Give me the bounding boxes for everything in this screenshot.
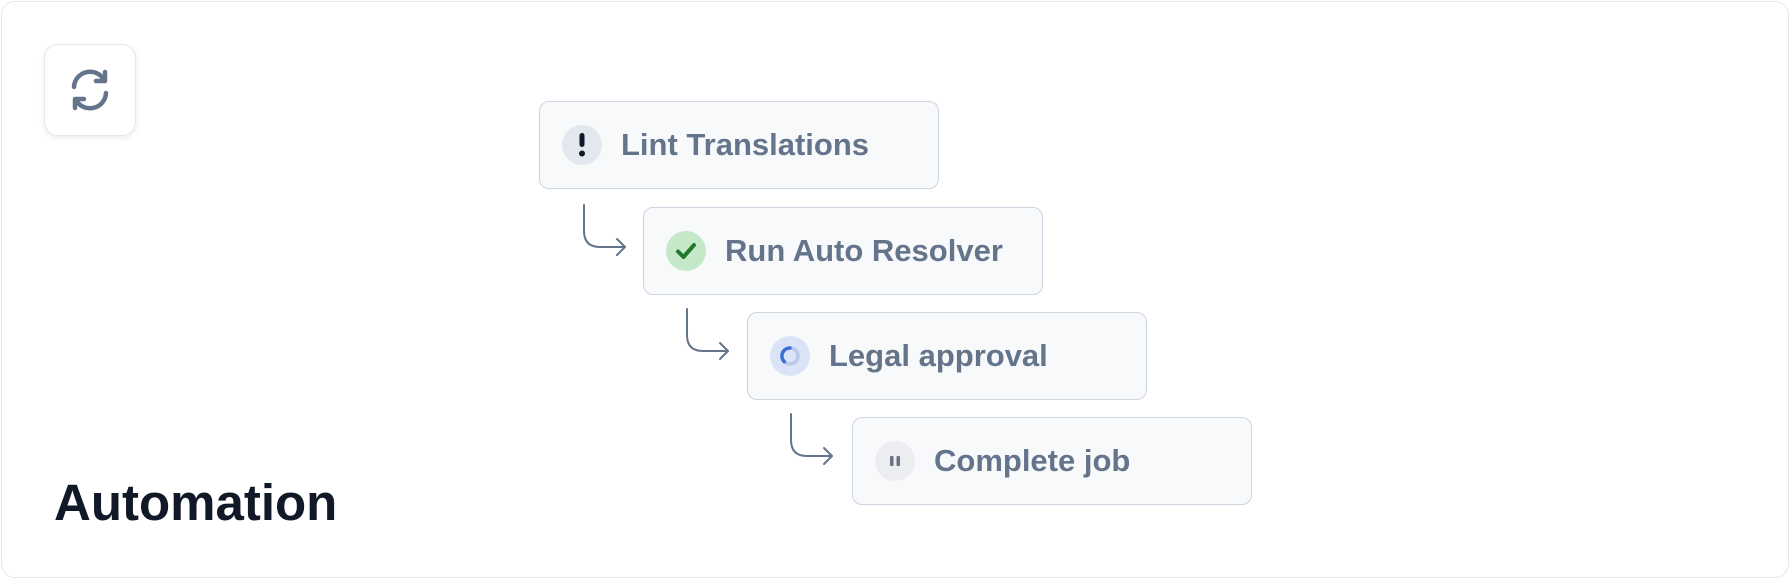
connector-arrow-icon	[686, 308, 729, 360]
step-label: Run Auto Resolver	[725, 233, 1003, 268]
step-label: Lint Translations	[621, 127, 870, 162]
step-label: Legal approval	[829, 338, 1048, 373]
workflow-step-run-auto-resolver[interactable]: Run Auto Resolver	[643, 207, 1043, 295]
automation-card: Automation Lint Translations Run Auto Re…	[1, 1, 1789, 578]
page-title: Automation	[54, 474, 338, 531]
warning-status	[562, 125, 602, 165]
workflow-step-complete-job[interactable]: Complete job	[852, 417, 1252, 505]
spinner-icon	[780, 346, 800, 366]
pause-icon	[890, 456, 900, 466]
checkmark-icon	[676, 243, 696, 259]
workflow-step-legal-approval[interactable]: Legal approval	[747, 312, 1147, 400]
in-progress-status	[770, 336, 810, 376]
workflow-step-lint-translations[interactable]: Lint Translations	[539, 101, 939, 189]
automation-icon-tile	[44, 44, 136, 136]
connector-arrow-icon	[790, 413, 833, 465]
connector-arrow-icon	[583, 204, 626, 256]
paused-status	[875, 441, 915, 481]
step-label: Complete job	[934, 443, 1131, 478]
complete-status	[666, 231, 706, 271]
exclamation-icon	[579, 133, 585, 157]
refresh-icon	[71, 69, 109, 111]
